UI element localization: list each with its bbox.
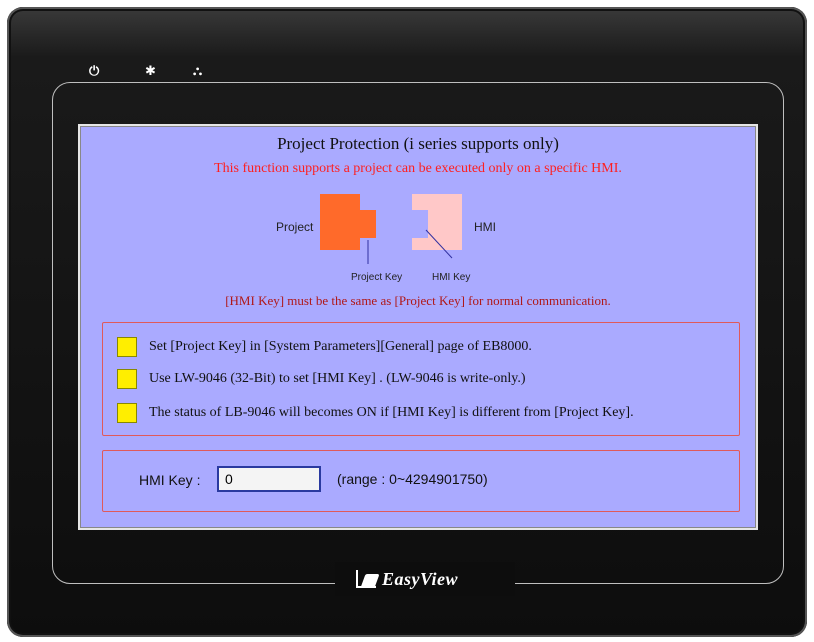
key-match-note: [HMI Key] must be the same as [Project K…: [225, 293, 611, 308]
network-icon: ⛬: [193, 64, 203, 79]
key-diagram: [320, 194, 462, 264]
hmi-key-input[interactable]: [217, 466, 321, 492]
diagram-hmi-key-label: HMI Key: [432, 272, 471, 283]
hmi-key-range: (range : 0~4294901750): [337, 471, 488, 487]
hmi-screen: Project Protection (i series supports on…: [78, 124, 758, 530]
power-icon: ⏻: [89, 64, 100, 79]
easyview-logo-icon: [356, 570, 376, 588]
page-title: Project Protection (i series supports on…: [277, 134, 559, 153]
step-text: Set [Project Key] in [System Parameters]…: [149, 339, 532, 354]
cpu-status-icon: ✱: [145, 64, 156, 79]
list-item: Set [Project Key] in [System Parameters]…: [117, 337, 532, 357]
bullet-square-icon: [117, 337, 137, 357]
bullet-square-icon: [117, 403, 137, 423]
step-text: Use LW-9046 (32-Bit) to set [HMI Key] . …: [149, 371, 526, 386]
brand-logo-group: EasyView: [356, 564, 458, 594]
page-subtitle: This function supports a project can be …: [214, 161, 622, 176]
step-text: The status of LB-9046 will becomes ON if…: [149, 405, 634, 420]
bullet-square-icon: [117, 369, 137, 389]
hmi-key-panel: HMI Key : (range : 0~4294901750): [102, 450, 740, 512]
list-item: Use LW-9046 (32-Bit) to set [HMI Key] . …: [117, 369, 526, 389]
hmi-key-label: HMI Key :: [139, 472, 201, 488]
diagram-project-label: Project: [276, 220, 314, 234]
steps-panel: Set [Project Key] in [System Parameters]…: [102, 322, 740, 436]
diagram-project-key-label: Project Key: [351, 272, 403, 283]
diagram-hmi-label: HMI: [474, 220, 496, 234]
brand-name: EasyView: [382, 568, 459, 589]
list-item: The status of LB-9046 will becomes ON if…: [117, 403, 634, 423]
